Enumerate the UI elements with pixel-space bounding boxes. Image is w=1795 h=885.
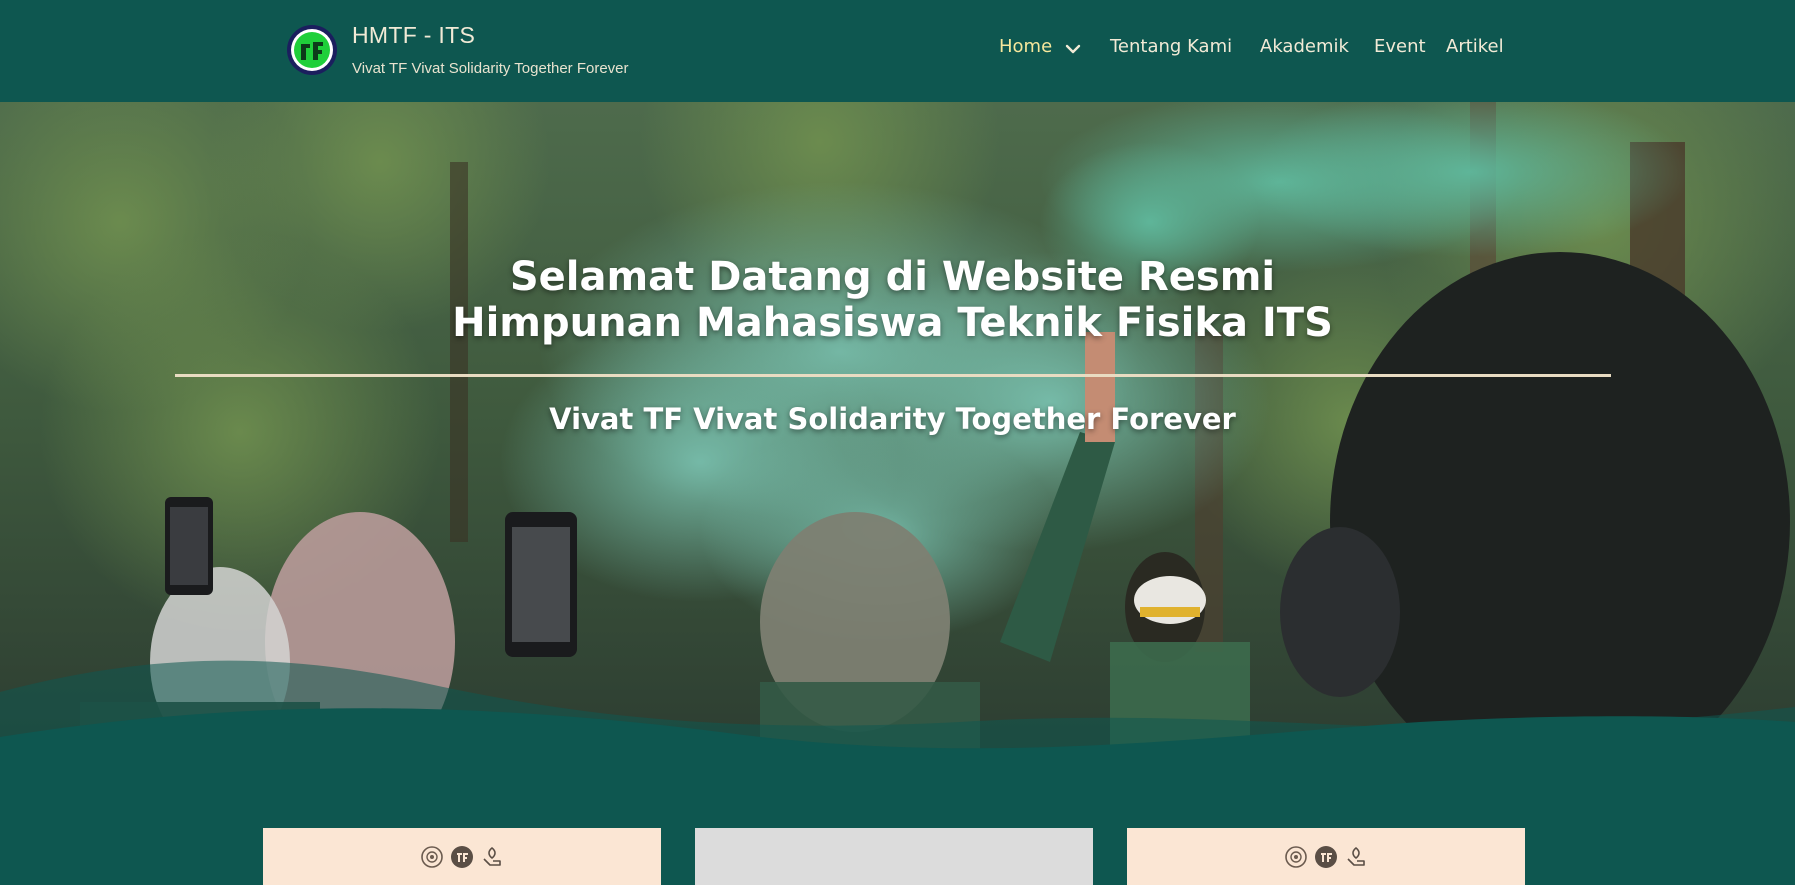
emblem-icon [1285, 845, 1307, 868]
hero-section: Selamat Datang di Website Resmi Himpunan… [0, 102, 1795, 792]
site-header: HMTF - ITS Vivat TF Vivat Solidarity Tog… [0, 0, 1795, 102]
info-card-right[interactable] [1127, 828, 1525, 885]
nav-artikel[interactable]: Artikel [1446, 36, 1504, 57]
info-card-middle[interactable] [695, 828, 1093, 885]
hero-title-line-1: Selamat Datang di Website Resmi [509, 254, 1276, 300]
nav-tentang-kami[interactable]: Tentang Kami [1110, 36, 1232, 57]
chevron-down-icon[interactable] [1064, 40, 1082, 58]
hero-subtitle: Vivat TF Vivat Solidarity Together Forev… [549, 402, 1236, 436]
hero-title-line-2: Himpunan Mahasiswa Teknik Fisika ITS [452, 300, 1333, 346]
leaf-hand-icon [483, 846, 501, 866]
info-card-left[interactable] [263, 828, 661, 885]
nav-event[interactable]: Event [1374, 36, 1426, 57]
main-nav: Home Tentang Kami Akademik Event Artikel [0, 36, 1795, 66]
emblem-icon [421, 845, 443, 868]
hero-divider [175, 374, 1611, 377]
tf-logo-icon [451, 845, 473, 868]
hero-title: Selamat Datang di Website Resmi Himpunan… [0, 254, 1785, 346]
nav-home[interactable]: Home [999, 36, 1052, 57]
hero-bottom-wave [0, 660, 1795, 792]
nav-akademik[interactable]: Akademik [1260, 36, 1349, 57]
leaf-hand-icon [1347, 846, 1365, 866]
tf-logo-icon [1315, 845, 1337, 868]
